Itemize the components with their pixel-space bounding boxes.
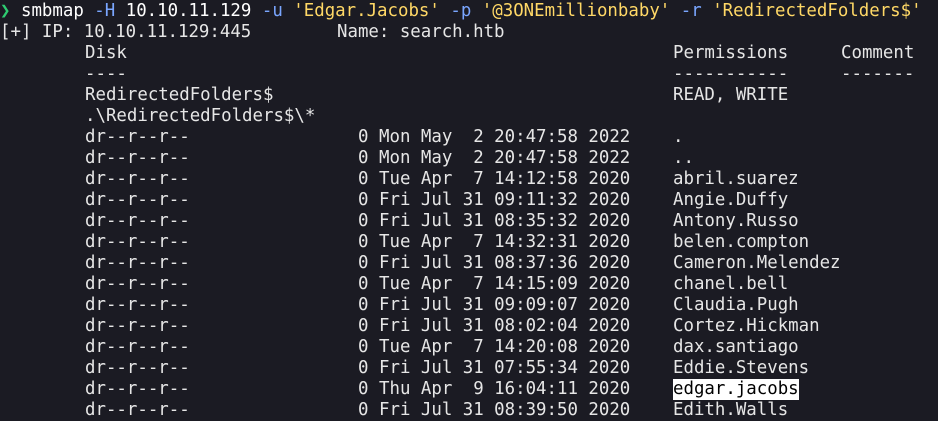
prompt-arrow-icon: ❯ — [0, 1, 11, 21]
list-item: dr--r--r-- 0 Mon May 2 20:47:58 2022.. — [0, 148, 938, 169]
share-permissions: READ, WRITE — [673, 85, 789, 105]
entry-size: 0 — [358, 127, 369, 147]
list-item: dr--r--r-- 0 Tue Apr 7 14:15:09 2020 chanel… — [0, 274, 938, 295]
entry-permissions: dr--r--r-- — [85, 316, 190, 336]
entry-date: Tue Apr 7 14:32:31 2020 — [379, 232, 631, 252]
password-arg: '@3ONEmillionbaby' — [481, 1, 671, 21]
entry-permissions: dr--r--r-- — [85, 337, 190, 357]
entry-name: chanel.bell — [673, 274, 789, 294]
flag-user: -u — [261, 1, 283, 21]
header-comment: Comment — [841, 43, 915, 63]
entry-size: 0 — [358, 295, 369, 315]
entry-name: abril.suarez — [673, 169, 799, 189]
share-arg: 'RedirectedFolders$' — [712, 1, 922, 21]
entry-permissions: dr--r--r-- — [85, 274, 190, 294]
entry-size: 0 — [358, 274, 369, 294]
entry-name: Claudia.Pugh — [673, 295, 799, 315]
entry-size: 0 — [358, 379, 369, 399]
entry-name: . — [673, 127, 684, 147]
header-divider: ---- ----------- ------- — [0, 64, 938, 85]
entry-permissions: dr--r--r-- — [85, 148, 190, 168]
list-item: dr--r--r-- 0 Tue Apr 7 14:20:08 2020 dax.sa… — [0, 337, 938, 358]
entry-permissions: dr--r--r-- — [85, 232, 190, 252]
entry-name: belen.compton — [673, 232, 810, 252]
entry-size: 0 — [358, 232, 369, 252]
entry-permissions: dr--r--r-- — [85, 253, 190, 273]
host-arg: 10.10.11.129 — [125, 1, 252, 21]
list-item: dr--r--r-- 0 Fri Jul 31 08:37:36 2020 Camer… — [0, 253, 938, 274]
entry-size: 0 — [358, 190, 369, 210]
entry-size: 0 — [358, 358, 369, 378]
entry-date: Mon May 2 20:47:58 2022 — [379, 127, 631, 147]
list-item: dr--r--r-- 0 Thu Apr 9 16:04:11 2020 edgar.… — [0, 379, 938, 400]
entry-permissions: dr--r--r-- — [85, 358, 190, 378]
entry-date: Fri Jul 31 08:35:32 2020 — [379, 211, 631, 231]
entry-size: 0 — [358, 169, 369, 189]
entry-permissions: dr--r--r-- — [85, 379, 190, 399]
entry-date: Fri Jul 31 08:37:36 2020 — [379, 253, 631, 273]
entry-date: Fri Jul 31 09:09:07 2020 — [379, 295, 631, 315]
entry-date: Fri Jul 31 08:39:50 2020 — [379, 400, 631, 420]
entry-name: Eddie.Stevens — [673, 358, 810, 378]
header-permissions: Permissions — [673, 43, 789, 63]
share-path-text: .\RedirectedFolders$\* — [85, 106, 316, 126]
entry-name: Angie.Duffy — [673, 190, 789, 210]
flag-pass: -p — [450, 1, 472, 21]
entry-name: edgar.jacobs — [673, 379, 799, 400]
divider-disk: ---- — [85, 64, 127, 84]
list-item: dr--r--r-- 0 Fri Jul 31 08:35:32 2020 Anton… — [0, 211, 938, 232]
entry-date: Tue Apr 7 14:15:09 2020 — [379, 274, 631, 294]
ip-prefix: [+] IP: 10.10.11.129:445 — [0, 22, 252, 42]
entry-name: Cameron.Melendez — [673, 253, 841, 273]
entry-permissions: dr--r--r-- — [85, 211, 190, 231]
command-line: ❯ smbmap -H 10.10.11.129 -u 'Edgar.Jacob… — [0, 1, 922, 22]
entry-size: 0 — [358, 253, 369, 273]
divider-comment: ------- — [841, 64, 915, 84]
list-item: dr--r--r-- 0 Fri Jul 31 08:39:50 2020 Edith… — [0, 400, 938, 421]
entry-size: 0 — [358, 316, 369, 336]
entry-name: Edith.Walls — [673, 400, 789, 420]
user-arg: 'Edgar.Jacobs' — [293, 1, 440, 21]
entry-date: Mon May 2 20:47:58 2022 — [379, 148, 631, 168]
entry-date: Fri Jul 31 08:02:04 2020 — [379, 316, 631, 336]
entry-size: 0 — [358, 148, 369, 168]
flag-recurse: -r — [680, 1, 702, 21]
list-item: dr--r--r-- 0 Mon May 2 20:47:58 2022. — [0, 127, 938, 148]
entry-permissions: dr--r--r-- — [85, 295, 190, 315]
ip-line: [+] IP: 10.10.11.129:445 Name: search.ht… — [0, 22, 938, 43]
share-path: .\RedirectedFolders$\* — [0, 106, 938, 127]
list-item: dr--r--r-- 0 Fri Jul 31 09:11:32 2020 Angie… — [0, 190, 938, 211]
flag-host: -H — [94, 1, 116, 21]
list-item: dr--r--r-- 0 Fri Jul 31 07:55:34 2020 Eddie… — [0, 358, 938, 379]
list-item: dr--r--r-- 0 Fri Jul 31 08:02:04 2020 Corte… — [0, 316, 938, 337]
entry-permissions: dr--r--r-- — [85, 127, 190, 147]
table-header: Disk Permissions Comment — [0, 43, 938, 64]
entry-permissions: dr--r--r-- — [85, 190, 190, 210]
entry-date: Tue Apr 7 14:20:08 2020 — [379, 337, 631, 357]
entry-permissions: dr--r--r-- — [85, 400, 190, 420]
entry-name: dax.santiago — [673, 337, 799, 357]
entry-name: Cortez.Hickman — [673, 316, 820, 336]
entry-name: .. — [673, 148, 694, 168]
list-item: dr--r--r-- 0 Fri Jul 31 09:09:07 2020 Claud… — [0, 295, 938, 316]
divider-permissions: ----------- — [673, 64, 789, 84]
host-name: Name: search.htb — [337, 22, 505, 42]
command-program: smbmap — [20, 1, 84, 21]
entry-date: Thu Apr 9 16:04:11 2020 — [379, 379, 631, 399]
entry-date: Fri Jul 31 09:11:32 2020 — [379, 190, 631, 210]
entry-date: Fri Jul 31 07:55:34 2020 — [379, 358, 631, 378]
entry-size: 0 — [358, 211, 369, 231]
terminal-window[interactable]: ❯ smbmap -H 10.10.11.129 -u 'Edgar.Jacob… — [0, 0, 938, 420]
entry-size: 0 — [358, 337, 369, 357]
list-item: dr--r--r-- 0 Tue Apr 7 14:32:31 2020 belen.… — [0, 232, 938, 253]
list-item: dr--r--r-- 0 Tue Apr 7 14:12:58 2020 abril.… — [0, 169, 938, 190]
entry-name: Antony.Russo — [673, 211, 799, 231]
header-disk: Disk — [85, 43, 127, 63]
entry-permissions: dr--r--r-- — [85, 169, 190, 189]
share-name: RedirectedFolders$ — [85, 85, 274, 105]
entry-size: 0 — [358, 400, 369, 420]
entry-date: Tue Apr 7 14:12:58 2020 — [379, 169, 631, 189]
share-row: RedirectedFolders$ READ, WRITE — [0, 85, 938, 106]
